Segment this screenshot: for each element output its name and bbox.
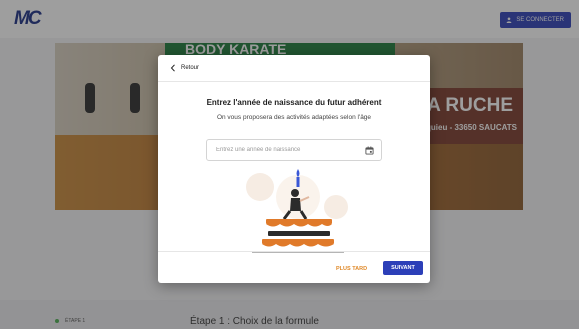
back-label: Retour [181,65,200,71]
birthday-cake-illustration [246,169,348,253]
next-button[interactable]: SUIVANT [383,261,423,275]
calendar-icon[interactable] [365,145,374,155]
footer-divider [158,251,430,252]
dialog-subtitle: On vous proposera des activités adaptées… [216,114,372,121]
birth-year-field[interactable] [206,139,382,161]
birth-year-input[interactable] [214,146,365,154]
header-divider [158,81,430,82]
dialog-title: Entrez l'année de naissance du futur adh… [206,98,382,107]
later-button[interactable]: PLUS TARD [336,266,367,272]
back-button[interactable]: Retour [170,64,199,72]
birth-year-dialog: Retour Entrez l'année de naissance du fu… [158,55,430,283]
chevron-left-icon [170,64,175,72]
